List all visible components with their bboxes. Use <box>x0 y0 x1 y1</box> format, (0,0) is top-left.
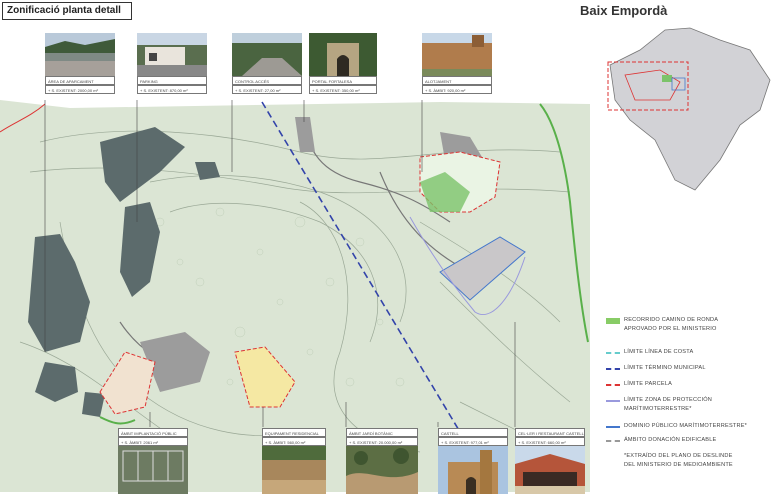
photo-caption: PORTAL FORTALESA <box>309 76 377 85</box>
photo-caption: CONTROL ACCÉS <box>232 76 302 85</box>
photo-caption: EQUIPAMENT RESIDENCIAL <box>262 428 326 437</box>
legend-label: LÍMITE PARCELA <box>624 381 673 387</box>
photo-castle: CASTELL + S. EXISTENT: 977,01 m² <box>438 428 508 498</box>
access-control-photo <box>232 33 302 76</box>
photo-botanical-garden: ÀMBIT JARDÍ BOTÀNIC + S. EXISTENT: 20.00… <box>346 428 418 498</box>
photo-caption-sub: + S. EXISTENT: 350,00 m² <box>309 85 377 94</box>
municipality-outline <box>609 27 771 191</box>
legend-swatch <box>606 384 620 386</box>
photo-cellar-restaurant: CEL·LER I RESTAURANT CASTELL + S. EXISTE… <box>515 428 585 498</box>
photo-caption-sub: + S. ÀMBIT: 920,00 m² <box>422 85 492 94</box>
legend-swatch <box>606 352 620 354</box>
botanical-garden-photo <box>346 446 418 494</box>
photo-residential: EQUIPAMENT RESIDENCIAL + S. ÀMBIT: 560,0… <box>262 428 326 498</box>
public-area-photo <box>118 446 188 494</box>
parking-area-photo <box>45 33 115 76</box>
legend-label: RECORRIDO CAMINO DE RONDA <box>624 317 719 323</box>
region-title: Baix Empordà <box>580 3 668 18</box>
residential-photo <box>262 446 326 494</box>
photo-caption-sub: + S. EXISTENT: 870,00 m² <box>137 85 207 94</box>
photo-caption-sub: + S. EXISTENT: 2000,00 m² <box>45 85 115 94</box>
legend-swatch <box>606 368 620 370</box>
map-title: Zonificació planta detall <box>2 2 132 20</box>
legend-label-line2: MARÍTIMOTERRESTRE* <box>624 406 692 412</box>
photo-caption: CASTELL <box>438 428 508 437</box>
photo-caption-sub: + S. EXISTENT: 660,00 m² <box>515 437 585 446</box>
photo-caption-sub: + S. EXISTENT: 977,01 m² <box>438 437 508 446</box>
legend-label: DOMINIO PÚBLICO MARÍTIMOTERRESTRE* <box>624 423 748 429</box>
cellar-restaurant-photo <box>515 446 585 494</box>
photo-fortress-gate: PORTAL FORTALESA + S. EXISTENT: 350,00 m… <box>309 33 377 95</box>
photo-public-area: ÀMBIT IMPLANTACIÓ PÚBLIC + S. ÀMBIT: 206… <box>118 428 188 498</box>
photo-accommodation: ALOTJAMENT + S. ÀMBIT: 920,00 m² <box>422 33 492 95</box>
legend-note-line1: *EXTRAÍDO DEL PLANO DE DESLINDE <box>624 453 733 459</box>
legend-swatch <box>606 440 620 442</box>
photo-caption: ÀMBIT JARDÍ BOTÀNIC <box>346 428 418 437</box>
photo-access-control: CONTROL ACCÉS + S. EXISTENT: 27,00 m² <box>232 33 302 95</box>
legend-label: LÍMITE LÍNEA DE COSTA <box>624 349 694 355</box>
location-inset-map <box>607 27 771 191</box>
legend-label-line2: APROVADO POR EL MINISTERIO <box>624 326 717 332</box>
legend-swatch <box>606 400 620 402</box>
legend-label: LÍMITE ZONA DE PROTECCIÓN <box>624 397 712 403</box>
photo-parking-area: ÀREA DE APARCAMENT + S. EXISTENT: 2000,0… <box>45 33 115 95</box>
fortress-gate-photo <box>309 33 377 76</box>
photo-caption-sub: + S. ÀMBIT: 2061 m² <box>118 437 188 446</box>
accommodation-photo <box>422 33 492 76</box>
photo-caption: ÀREA DE APARCAMENT <box>45 76 115 85</box>
photo-parking: PARKING + S. EXISTENT: 870,00 m² <box>137 33 207 95</box>
legend-label: ÁMBITO DONACIÓN EDIFICABLE <box>624 437 717 443</box>
photo-caption: ÀMBIT IMPLANTACIÓ PÚBLIC <box>118 428 188 437</box>
photo-caption: ALOTJAMENT <box>422 76 492 85</box>
photo-caption-sub: + S. ÀMBIT: 560,00 m² <box>262 437 326 446</box>
photo-caption-sub: + S. EXISTENT: 27,00 m² <box>232 85 302 94</box>
legend-label: LÍMITE TÉRMINO MUNICIPAL <box>624 365 706 371</box>
castle-photo <box>438 446 508 494</box>
photo-caption: PARKING <box>137 76 207 85</box>
inset-green <box>662 75 672 82</box>
photo-caption-sub: + S. EXISTENT: 20.000,00 m² <box>346 437 418 446</box>
legend-swatch <box>606 426 620 428</box>
photo-caption: CEL·LER I RESTAURANT CASTELL <box>515 428 585 437</box>
parking-photo <box>137 33 207 76</box>
legend-swatch <box>606 318 620 324</box>
legend-note-line2: DEL MINISTERIO DE MEDIOAMBIENTE <box>624 462 733 468</box>
